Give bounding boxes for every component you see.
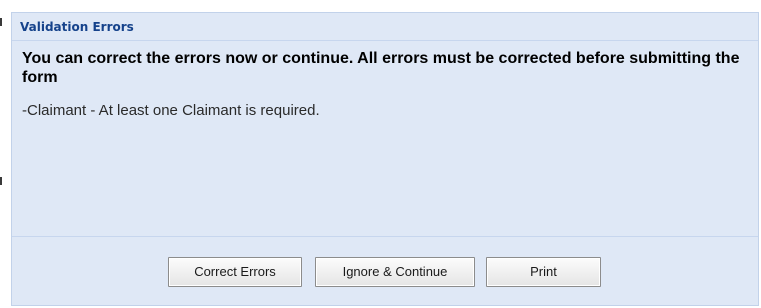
dialog-body: You can correct the errors now or contin… [12, 41, 758, 237]
dialog-header: Validation Errors [12, 13, 758, 41]
error-item: -Claimant - At least one Claimant is req… [22, 102, 320, 119]
correct-errors-button[interactable]: Correct Errors [168, 257, 302, 287]
error-summary-message: You can correct the errors now or contin… [22, 50, 740, 86]
validation-errors-dialog: Validation Errors You can correct the er… [11, 12, 759, 306]
left-edge-marker [0, 18, 2, 26]
error-list: -Claimant - At least one Claimant is req… [22, 102, 320, 120]
print-button[interactable]: Print [486, 257, 601, 287]
ignore-and-continue-button[interactable]: Ignore & Continue [315, 257, 475, 287]
left-edge-marker [0, 177, 2, 185]
dialog-title: Validation Errors [20, 20, 134, 34]
